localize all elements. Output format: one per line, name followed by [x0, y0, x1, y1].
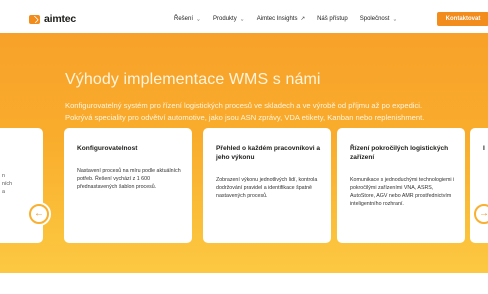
- nav-item-label: Společnost: [359, 16, 390, 22]
- nav-item-nas-pristup[interactable]: Náš přístup: [317, 16, 348, 22]
- card-title: Konfigurovatelnost: [77, 145, 138, 152]
- logo-text: aimtec: [44, 13, 77, 25]
- card-body: Komunikace s jednoduchými technologiemi …: [350, 177, 455, 207]
- card-body: Zobrazení výkonu jednotlivých lidí, kont…: [216, 177, 318, 199]
- contact-button[interactable]: Kontaktovat: [437, 12, 488, 26]
- card-title: Řízení pokročilých logistických zařízení: [350, 145, 449, 161]
- arrow-left-icon: ←: [31, 206, 47, 222]
- nav-item-produkty[interactable]: Produkty ⌄: [213, 16, 245, 23]
- nav-item-aimtec-insights[interactable]: Aimtec Insights ↗: [257, 16, 305, 22]
- carousel-card-2[interactable]: Přehled o každém pracovníkovi a jeho výk…: [203, 128, 331, 243]
- card-body: Nastavení procesů na míru podle aktuální…: [77, 168, 181, 190]
- carousel-card-1[interactable]: Konfigurovatelnost Nastavení procesů na …: [64, 128, 192, 243]
- card-text-fragment: n: [2, 173, 5, 179]
- top-navigation: aimtec Řešení ⌄ Produkty ⌄ Aimtec Insigh…: [29, 8, 488, 30]
- nav-item-label: Náš přístup: [317, 16, 348, 22]
- nav-item-label: Řešení: [174, 16, 194, 22]
- nav-item-spolecnost[interactable]: Společnost ⌄: [360, 16, 398, 23]
- card-text-fragment: ních: [2, 181, 13, 187]
- chevron-down-icon: ⌄: [239, 17, 245, 22]
- nav-menu: Řešení ⌄ Produkty ⌄ Aimtec Insights ↗ Ná…: [174, 8, 397, 30]
- hero-description: Konfigurovatelný systém pro řízení logis…: [65, 101, 425, 122]
- hero-title: Výhody implementace WMS s námi: [65, 71, 321, 88]
- nav-item-reseni[interactable]: Řešení ⌄: [174, 16, 201, 23]
- card-title-fragment: I: [483, 145, 485, 152]
- aimtec-logo-icon: [29, 14, 40, 24]
- card-title: Přehled o každém pracovníkovi a jeho výk…: [216, 145, 321, 161]
- page: aimtec Řešení ⌄ Produkty ⌄ Aimtec Insigh…: [0, 0, 488, 294]
- card-text-fragment: a: [2, 189, 5, 195]
- chevron-down-icon: ⌄: [392, 17, 398, 22]
- carousel-card-3[interactable]: Řízení pokročilých logistických zařízení…: [337, 128, 465, 243]
- nav-item-label: Produkty: [213, 16, 237, 22]
- external-link-icon: ↗: [300, 16, 306, 22]
- arrow-right-icon: →: [476, 206, 488, 222]
- nav-item-label: Aimtec Insights: [256, 16, 298, 22]
- chevron-down-icon: ⌄: [196, 17, 202, 22]
- aimtec-logo[interactable]: aimtec: [29, 13, 76, 25]
- carousel-prev-button[interactable]: ←: [27, 202, 51, 226]
